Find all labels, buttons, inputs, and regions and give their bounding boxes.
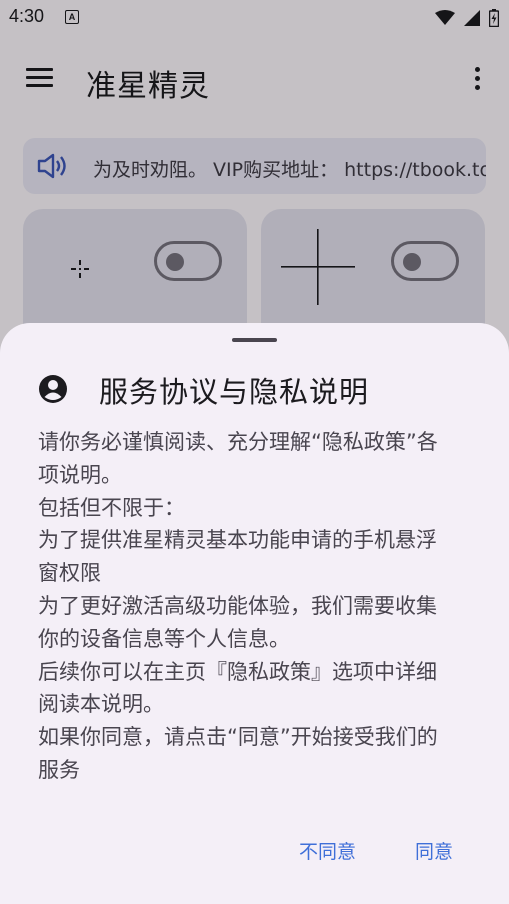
body-line: 你的设备信息等个人信息。 [38, 626, 290, 651]
account-circle-icon [39, 375, 67, 403]
body-line: 窗权限 [38, 561, 101, 586]
drag-handle[interactable] [232, 338, 277, 342]
body-line: 后续你可以在主页『隐私政策』选项中详细 [38, 659, 437, 684]
body-line: 为了提供准星精灵基本功能申请的手机悬浮 [38, 528, 437, 553]
privacy-bottom-sheet: 服务协议与隐私说明 请你务必谨慎阅读、充分理解“隐私政策”各 项说明。 包括但不… [0, 323, 509, 904]
disagree-button[interactable]: 不同意 [293, 833, 362, 868]
body-line: 项说明。 [38, 462, 122, 487]
body-line: 如果你同意，请点击“同意”开始接受我们的 [38, 725, 438, 750]
dialog-title: 服务协议与隐私说明 [99, 375, 370, 409]
agree-button[interactable]: 同意 [409, 833, 459, 868]
dialog-body: 请你务必谨慎阅读、充分理解“隐私政策”各 项说明。 包括但不限于： 为了提供准星… [38, 426, 478, 787]
body-line: 请你务必谨慎阅读、充分理解“隐私政策”各 [38, 430, 438, 454]
body-line: 为了更好激活高级功能体验，我们需要收集 [38, 593, 437, 618]
body-line: 阅读本说明。 [38, 692, 164, 717]
body-line: 服务 [38, 757, 80, 782]
body-line: 包括但不限于： [38, 495, 185, 520]
